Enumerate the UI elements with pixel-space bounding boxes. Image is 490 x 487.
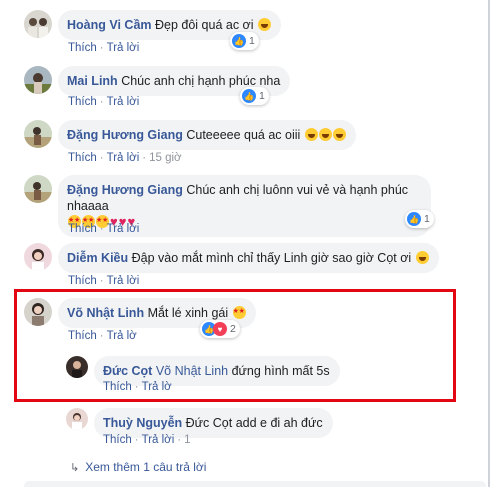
reaction-count: 1 [249,35,255,47]
laughing-emoji-icon [415,251,429,264]
timestamp[interactable]: 15 giờ [149,152,181,164]
avatar[interactable] [24,10,52,38]
reply-link[interactable]: Trả lời [142,434,175,446]
reaction-summary[interactable]: 👍 1 [405,210,434,228]
comment-bubble: Diễm Kiều Đập vào mắt mình chỉ thấy Linh… [58,243,439,273]
reply-link[interactable]: Trả lời [107,223,140,235]
comment-bubble: Đặng Hương Giang Cuteeeee quá ac oiii [58,120,356,150]
reply-link[interactable]: Trả lời [107,96,140,108]
comment-actions: Thích · Trả lời · 1 [103,434,191,446]
comment-actions: Thích · Trả lời [68,96,140,108]
timestamp[interactable]: 1 [184,434,190,446]
like-link[interactable]: Thích [68,275,97,287]
highlight-box [14,289,456,402]
reaction-summary[interactable]: 👍 1 [230,32,259,50]
reaction-count: 1 [259,90,265,102]
laughing-emoji-icon [304,128,318,141]
avatar[interactable] [24,66,52,94]
avatar[interactable] [24,120,52,148]
comment-author[interactable]: Mai Linh [67,74,118,88]
show-more-replies-link[interactable]: ↳ Xem thêm 1 câu trả lời [70,460,206,474]
like-link[interactable]: Thích [68,42,97,54]
avatar[interactable] [24,175,52,203]
comment-author[interactable]: Hoàng Vi Cầm [67,18,152,32]
comment-text: Đập vào mắt mình chỉ thấy Linh giờ sao g… [131,251,412,265]
comment-actions: Thích · Trả lời [68,223,140,235]
like-link[interactable]: Thích [68,96,97,108]
like-reaction-icon: 👍 [242,89,256,103]
comment-input-bar[interactable] [24,481,486,487]
reaction-count: 1 [424,213,430,225]
laughing-emoji-icon [258,18,272,31]
show-more-label: Xem thêm 1 câu trả lời [85,460,207,474]
like-reaction-icon: 👍 [232,34,246,48]
laughing-emoji-icon [318,128,332,141]
comment-author[interactable]: Thuỳ Nguyễn [103,416,182,430]
comment-text: Cuteeeee quá ac oiii [186,128,301,142]
comment-text: Đức Cọt add e đi ah đức [185,416,323,430]
comment-author[interactable]: Đặng Hương Giang [67,128,183,142]
avatar[interactable] [24,243,52,271]
like-link[interactable]: Thích [103,434,132,446]
like-reaction-icon: 👍 [407,212,421,226]
comment-actions: Thích · Trả lời [68,275,140,287]
comment-actions: Thích · Trả lời [68,42,140,54]
reaction-summary[interactable]: 👍 1 [240,87,269,105]
reply-link[interactable]: Trả lời [107,152,140,164]
comment-author[interactable]: Diễm Kiều [67,251,128,265]
like-link[interactable]: Thích [68,223,97,235]
comment-author[interactable]: Đặng Hương Giang [67,183,183,197]
comment-text: Đẹp đôi quá ac ơi [155,18,254,32]
avatar[interactable] [66,408,88,430]
comment-actions: Thích · Trả lời · 15 giờ [68,152,182,164]
comment-text: Chúc anh chị hạnh phúc nha [121,74,281,88]
reply-link[interactable]: Trả lời [107,42,140,54]
like-link[interactable]: Thích [68,152,97,164]
reply-link[interactable]: Trả lời [107,275,140,287]
reply-arrow-icon: ↳ [70,462,80,474]
laughing-emoji-icon [332,128,346,141]
